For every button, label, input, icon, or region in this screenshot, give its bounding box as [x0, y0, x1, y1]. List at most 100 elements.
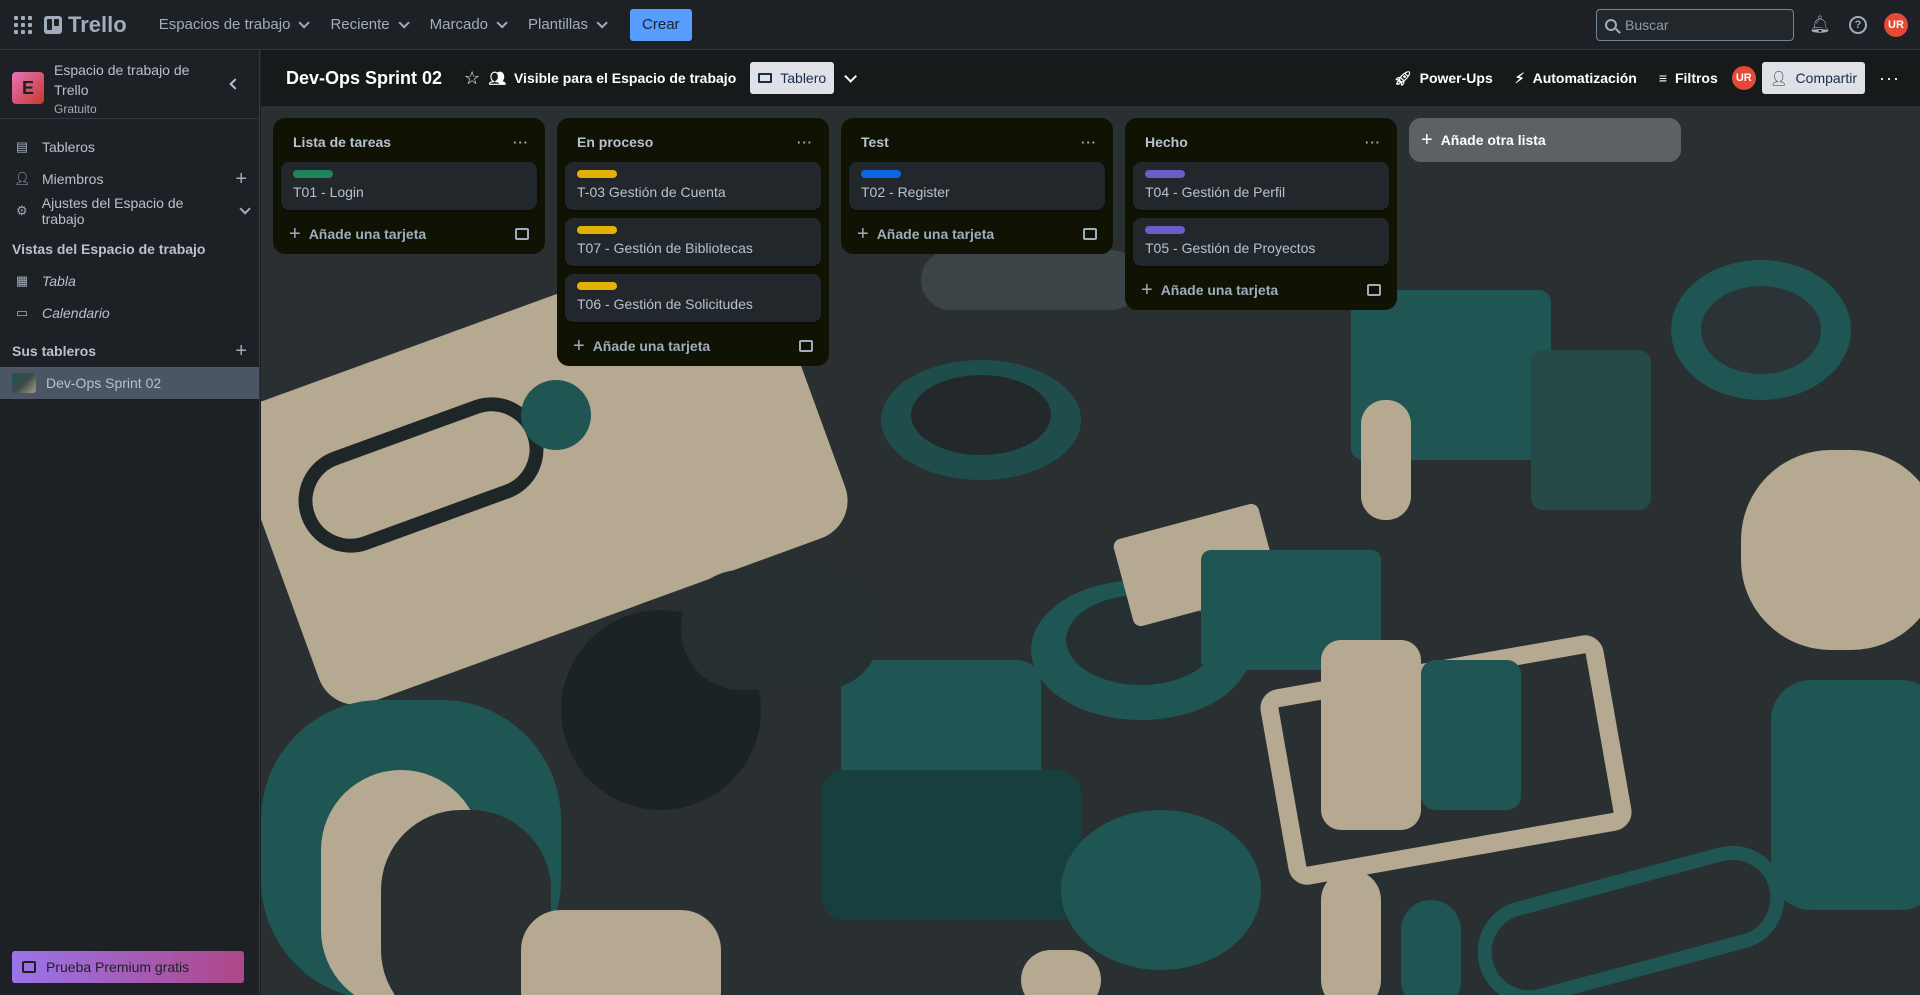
add-card-button[interactable]: + Añade una tarjeta: [281, 218, 537, 250]
premium-trial-button[interactable]: Prueba Premium gratis: [12, 951, 244, 983]
list-menu-icon[interactable]: ···: [1365, 135, 1381, 150]
menu-starred[interactable]: Marcado: [420, 9, 514, 41]
add-card-button[interactable]: + Añade una tarjeta: [1133, 274, 1389, 306]
add-card-label: Añade una tarjeta: [592, 338, 711, 354]
automation-label: Automatización: [1532, 70, 1637, 86]
card[interactable]: T06 - Gestión de Solicitudes: [565, 274, 821, 322]
list-header[interactable]: Lista de tareas ···: [281, 126, 537, 158]
list-menu-icon[interactable]: ···: [797, 135, 813, 150]
card-template-icon[interactable]: [799, 340, 813, 352]
list-header[interactable]: Hecho ···: [1133, 126, 1389, 158]
list-menu-icon[interactable]: ···: [513, 135, 529, 150]
card-title: T02 - Register: [861, 184, 950, 200]
card[interactable]: T-03 Gestión de Cuenta: [565, 162, 821, 210]
card-template-icon[interactable]: [1083, 228, 1097, 240]
sidebar-item-settings[interactable]: ⚙ Ajustes del Espacio de trabajo: [0, 195, 259, 227]
help-button[interactable]: ?: [1846, 13, 1870, 37]
workspace-views-heading-label: Vistas del Espacio de trabajo: [12, 241, 206, 257]
chevron-down-icon: [298, 16, 311, 29]
board-thumbnail: [12, 373, 36, 393]
card-template-icon[interactable]: [515, 228, 529, 240]
plus-icon: +: [1421, 128, 1433, 151]
person-add-icon: 👤︎: [1769, 69, 1788, 86]
add-card-button[interactable]: + Añade una tarjeta: [849, 218, 1105, 250]
list-title[interactable]: Test: [861, 134, 889, 150]
notifications-button[interactable]: 🔔︎: [1808, 13, 1832, 37]
share-label: Compartir: [1795, 70, 1858, 86]
more-options-icon[interactable]: ···: [1871, 68, 1908, 89]
search-input[interactable]: Buscar: [1596, 8, 1794, 41]
card-label[interactable]: [577, 170, 617, 178]
list-title[interactable]: En proceso: [577, 134, 653, 150]
app-switcher-icon[interactable]: [12, 14, 34, 36]
sidebar-item-members[interactable]: 👤︎ Miembros +: [0, 163, 259, 195]
table-icon: ▦: [15, 273, 29, 288]
filters-button[interactable]: ≡ Filtros: [1651, 62, 1726, 94]
sidebar-board-item[interactable]: Dev-Ops Sprint 02: [0, 367, 259, 399]
logo-text: Trello: [68, 11, 127, 37]
member-avatar[interactable]: UR: [1731, 66, 1756, 90]
collapse-sidebar-button[interactable]: [223, 72, 247, 96]
premium-trial-label: Prueba Premium gratis: [46, 959, 190, 975]
chevron-down-icon: [496, 16, 508, 29]
calendar-icon: ▭: [15, 305, 29, 320]
automation-button[interactable]: ⚡︎ Automatización: [1507, 62, 1645, 94]
card-label[interactable]: [1145, 226, 1185, 234]
workspace-views-heading: Vistas del Espacio de trabajo: [0, 233, 259, 265]
menu-workspaces[interactable]: Espacios de trabajo: [149, 9, 317, 41]
top-navigation: Trello Espacios de trabajo Reciente Marc…: [0, 0, 1920, 50]
list-title[interactable]: Hecho: [1145, 134, 1188, 150]
add-card-label: Añade una tarjeta: [1160, 282, 1279, 298]
sidebar-item-table[interactable]: ▦ Tabla: [0, 265, 259, 297]
account-avatar[interactable]: UR: [1884, 12, 1908, 37]
power-ups-label: Power-Ups: [1419, 70, 1493, 86]
plus-icon: +: [289, 222, 301, 245]
create-button[interactable]: Crear: [630, 8, 692, 41]
visibility-button[interactable]: 👥︎ Visible para el Espacio de trabajo: [480, 62, 744, 94]
chevron-down-icon: [239, 203, 251, 215]
search-icon: [1605, 18, 1617, 31]
sidebar-item-label: Miembros: [42, 171, 104, 187]
card-label[interactable]: [293, 170, 333, 178]
card-label[interactable]: [577, 282, 617, 290]
workspace-avatar: E: [12, 72, 44, 104]
card-label[interactable]: [577, 226, 617, 234]
share-button[interactable]: 👤︎ Compartir: [1761, 62, 1866, 94]
chevron-down-icon: [596, 16, 608, 29]
menu-templates[interactable]: Plantillas: [518, 9, 614, 41]
workspace-header: E Espacio de trabajo de Trello Gratuito: [0, 50, 259, 119]
card[interactable]: T01 - Login: [281, 162, 537, 210]
list-menu-icon[interactable]: ···: [1081, 135, 1097, 150]
power-ups-button[interactable]: 🚀︎ Power-Ups: [1386, 62, 1501, 94]
add-board-icon[interactable]: +: [235, 340, 247, 363]
list-header[interactable]: Test ···: [849, 126, 1105, 158]
add-list-button[interactable]: + Añade otra lista: [1409, 118, 1681, 162]
your-boards-heading-label: Sus tableros: [12, 343, 97, 359]
card[interactable]: T05 - Gestión de Proyectos: [1133, 218, 1389, 266]
card-label[interactable]: [861, 170, 901, 178]
sidebar-item-label: Tabla: [42, 273, 76, 289]
card-template-icon[interactable]: [1367, 284, 1381, 296]
chevron-down-icon[interactable]: [844, 69, 858, 83]
sidebar-item-label: Ajustes del Espacio de trabajo: [41, 195, 184, 227]
menu-templates-label: Plantillas: [528, 16, 589, 33]
card-label[interactable]: [1145, 170, 1185, 178]
board-view-button[interactable]: Tablero: [750, 62, 835, 94]
your-boards-heading: Sus tableros +: [0, 335, 259, 367]
add-card-button[interactable]: + Añade una tarjeta: [565, 330, 821, 362]
person-icon: 👤︎: [14, 171, 31, 186]
card[interactable]: T04 - Gestión de Perfil: [1133, 162, 1389, 210]
workspace-plan: Gratuito: [54, 102, 97, 116]
list-title[interactable]: Lista de tareas: [293, 134, 391, 150]
sidebar-item-boards[interactable]: ▤ Tableros: [0, 131, 259, 163]
list-header[interactable]: En proceso ···: [565, 126, 821, 158]
card[interactable]: T02 - Register: [849, 162, 1105, 210]
add-member-icon[interactable]: +: [235, 169, 247, 189]
board-view-label: Tablero: [780, 70, 827, 86]
star-icon[interactable]: ☆: [464, 68, 480, 89]
card[interactable]: T07 - Gestión de Bibliotecas: [565, 218, 821, 266]
trello-logo[interactable]: Trello: [44, 12, 127, 38]
menu-recent[interactable]: Reciente: [320, 9, 415, 41]
sidebar-item-calendar[interactable]: ▭ Calendario: [0, 297, 259, 329]
board-title[interactable]: Dev-Ops Sprint 02: [286, 68, 442, 89]
